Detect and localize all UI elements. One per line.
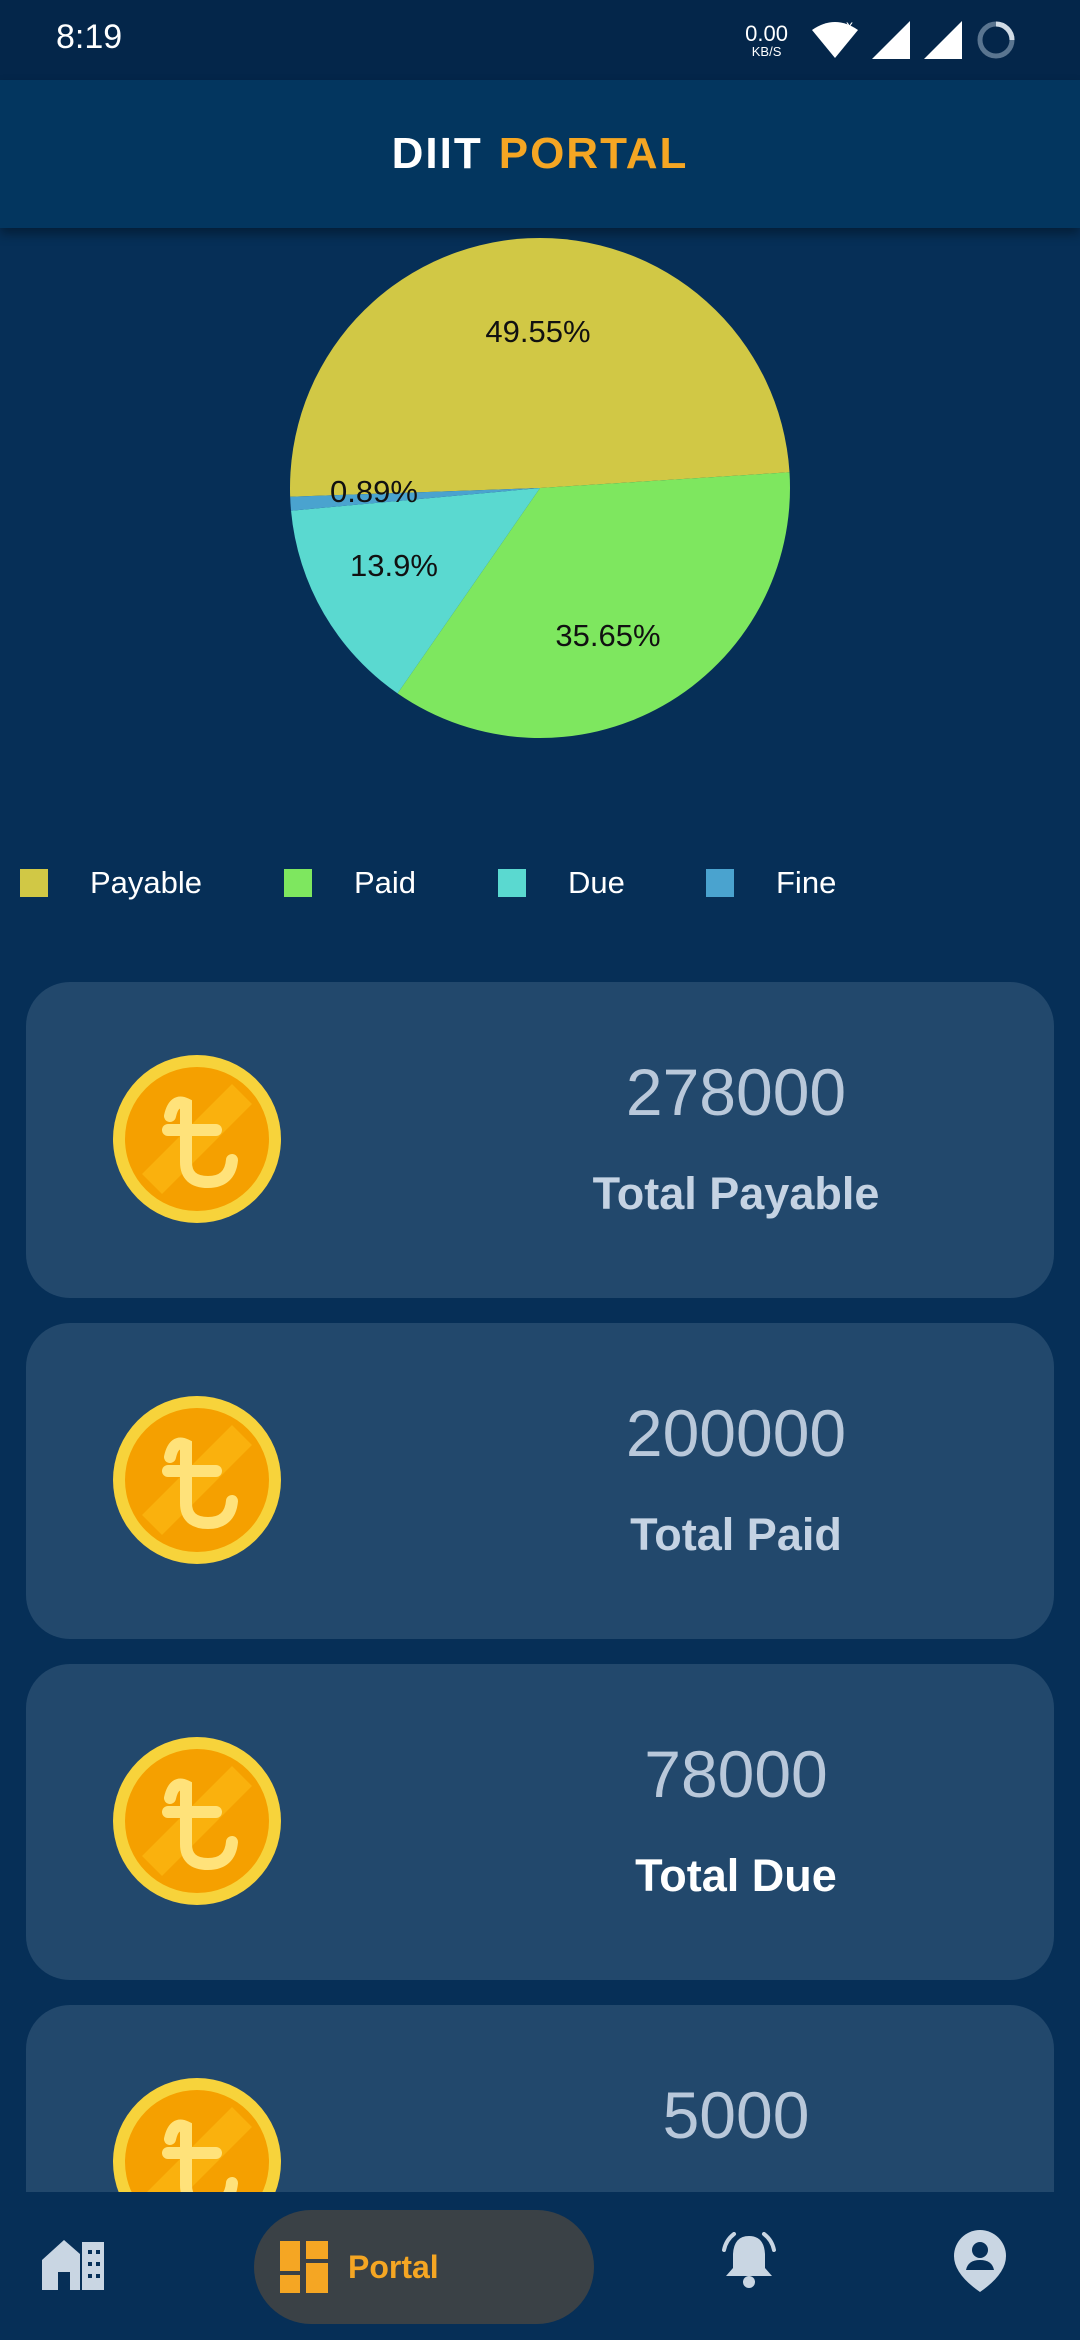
legend-swatch-fine xyxy=(706,869,734,897)
signal-icon xyxy=(872,21,910,59)
card-label: Total Due xyxy=(635,1850,837,1901)
fees-pie-chart: 49.55% 35.65% 13.9% 0.89% xyxy=(0,228,1080,788)
legend-label-paid: Paid xyxy=(354,865,417,900)
home-icon[interactable] xyxy=(42,2236,104,2290)
net-speed-unit: KB/S xyxy=(751,43,782,59)
legend-swatch-due xyxy=(498,869,526,897)
pie-label-payable: 49.55% xyxy=(485,314,590,349)
pie-label-due: 13.9% xyxy=(350,548,438,583)
legend-label-due: Due xyxy=(568,865,625,900)
notification-bell-icon[interactable] xyxy=(722,2232,776,2290)
pie-label-fine: 0.89% xyxy=(330,474,418,509)
taka-coin-icon xyxy=(113,1396,281,1564)
card-label: Total Payable xyxy=(592,1168,880,1219)
legend-swatch-paid xyxy=(284,869,312,897)
legend-item-due: Due xyxy=(498,860,625,906)
legend-swatch-payable xyxy=(20,869,48,897)
status-icons: 0.00 KB/S x xyxy=(745,14,1016,66)
wifi-icon: x xyxy=(812,22,858,58)
legend-item-fine: Fine xyxy=(706,860,836,906)
app-logo: DIIT PORTAL xyxy=(392,129,689,179)
network-speed: 0.00 KB/S xyxy=(745,20,788,59)
net-speed-value: 0.00 xyxy=(745,20,788,46)
card-value: 78000 xyxy=(644,1737,828,1811)
legend-label-fine: Fine xyxy=(776,865,837,900)
summary-card-paid[interactable]: 200000 Total Paid xyxy=(26,1323,1054,1639)
bottom-navigation: Portal xyxy=(0,2192,1080,2340)
summary-card-payable[interactable]: 278000 Total Payable xyxy=(26,982,1054,1298)
pie-chart-svg: 49.55% 35.65% 13.9% 0.89% xyxy=(289,237,790,739)
profile-icon[interactable] xyxy=(954,2230,1006,2292)
legend-item-paid: Paid xyxy=(284,860,416,906)
summary-card-due[interactable]: 78000 Total Due xyxy=(26,1664,1054,1980)
taka-coin-icon xyxy=(113,1055,281,1223)
nav-portal-button[interactable]: Portal xyxy=(254,2210,594,2324)
app-header: DIIT PORTAL xyxy=(0,80,1080,228)
pie-label-paid: 35.65% xyxy=(555,618,660,653)
status-time: 8:19 xyxy=(56,18,123,56)
pie-slice-payable xyxy=(289,237,790,497)
logo-part-portal: PORTAL xyxy=(498,129,689,178)
status-bar: 8:19 0.00 KB/S x xyxy=(0,0,1080,80)
legend-label-payable: Payable xyxy=(90,865,203,900)
card-value: 200000 xyxy=(625,1396,847,1470)
loading-icon xyxy=(977,21,1015,59)
card-value: 5000 xyxy=(662,2078,810,2152)
svg-text:x: x xyxy=(846,22,853,33)
portal-icon xyxy=(280,2241,328,2293)
signal-icon xyxy=(924,21,962,59)
legend-item-payable: Payable xyxy=(20,860,202,906)
nav-portal-label: Portal xyxy=(348,2248,439,2285)
chart-legend: Payable Paid Due Fine xyxy=(0,860,1080,906)
card-label: Total Paid xyxy=(630,1509,842,1560)
card-value: 278000 xyxy=(625,1055,847,1129)
logo-part-diit: DIIT xyxy=(391,129,483,178)
taka-coin-icon xyxy=(113,1737,281,1905)
